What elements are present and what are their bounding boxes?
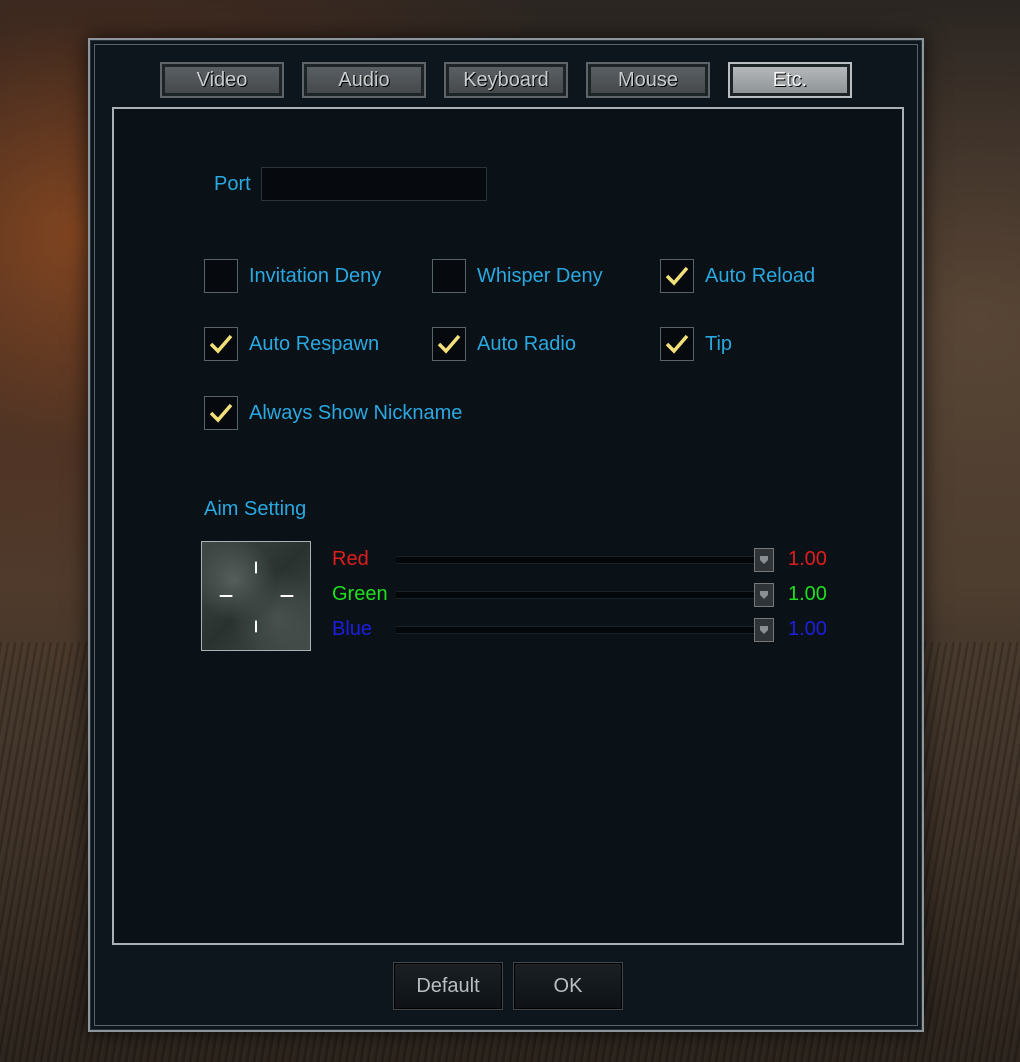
slider-value: 1.00 — [788, 548, 827, 570]
option-label: Tip — [705, 332, 733, 355]
slider-red: Red 1.00 — [332, 547, 838, 572]
checkbox[interactable] — [204, 396, 238, 430]
checkmark-icon — [209, 403, 233, 423]
tab-mouse[interactable]: Mouse — [586, 62, 710, 98]
option-auto-radio[interactable]: Auto Radio — [432, 327, 576, 361]
default-button[interactable]: Default — [393, 962, 503, 1010]
slider-green: Green 1.00 — [332, 582, 838, 607]
slider-blue: Blue 1.00 — [332, 617, 838, 642]
checkmark-icon — [665, 266, 689, 286]
port-row: Port — [214, 167, 487, 201]
slider-thumb[interactable] — [754, 582, 774, 607]
slider-value: 1.00 — [788, 618, 827, 640]
option-always-show-nickname[interactable]: Always Show Nickname — [204, 396, 462, 430]
checkmark-icon — [209, 334, 233, 354]
option-label: Invitation Deny — [249, 264, 382, 287]
tab-keyboard[interactable]: Keyboard — [444, 62, 568, 98]
slider-track[interactable] — [396, 582, 774, 607]
tab-etc[interactable]: Etc. — [728, 62, 852, 98]
checkbox[interactable] — [204, 259, 238, 293]
checkbox[interactable] — [432, 259, 466, 293]
slider-value: 1.00 — [788, 583, 827, 605]
option-auto-respawn[interactable]: Auto Respawn — [204, 327, 379, 361]
option-whisper-deny[interactable]: Whisper Deny — [432, 259, 603, 293]
slider-track[interactable] — [396, 547, 774, 572]
option-auto-reload[interactable]: Auto Reload — [660, 259, 815, 293]
checkbox[interactable] — [660, 259, 694, 293]
slider-thumb[interactable] — [754, 617, 774, 642]
tab-bar: Video Audio Keyboard Mouse Etc. — [160, 62, 852, 98]
option-invitation-deny[interactable]: Invitation Deny — [204, 259, 381, 293]
tab-video[interactable]: Video — [160, 62, 284, 98]
slider-track[interactable] — [396, 617, 774, 642]
etc-panel: Port Invitation Deny Whisper Deny Auto R… — [112, 107, 904, 945]
tab-label: Video — [165, 67, 279, 93]
tab-label: Etc. — [733, 67, 847, 93]
crosshair-icon — [219, 561, 294, 633]
ok-button[interactable]: OK — [513, 962, 623, 1010]
checkmark-icon — [665, 334, 689, 354]
option-label: Auto Radio — [477, 332, 576, 355]
option-label: Auto Reload — [705, 264, 816, 287]
port-label: Port — [214, 172, 251, 195]
crosshair-preview — [201, 541, 311, 651]
slider-label: Blue — [332, 618, 373, 640]
slider-thumb[interactable] — [754, 547, 774, 572]
checkbox[interactable] — [660, 327, 694, 361]
slider-label: Green — [332, 583, 388, 605]
checkbox[interactable] — [204, 327, 238, 361]
option-label: Always Show Nickname — [249, 401, 463, 424]
port-input[interactable] — [260, 167, 487, 201]
aim-setting-title: Aim Setting — [204, 498, 307, 520]
option-label: Auto Respawn — [249, 332, 380, 355]
settings-window: Video Audio Keyboard Mouse Etc. Port Inv… — [88, 38, 924, 1032]
tab-label: Keyboard — [449, 67, 563, 93]
slider-label: Red — [332, 548, 369, 570]
tab-audio[interactable]: Audio — [302, 62, 426, 98]
tab-label: Mouse — [591, 67, 705, 93]
option-tip[interactable]: Tip — [660, 327, 732, 361]
checkmark-icon — [437, 334, 461, 354]
checkbox[interactable] — [432, 327, 466, 361]
tab-label: Audio — [307, 67, 421, 93]
option-label: Whisper Deny — [477, 264, 603, 287]
